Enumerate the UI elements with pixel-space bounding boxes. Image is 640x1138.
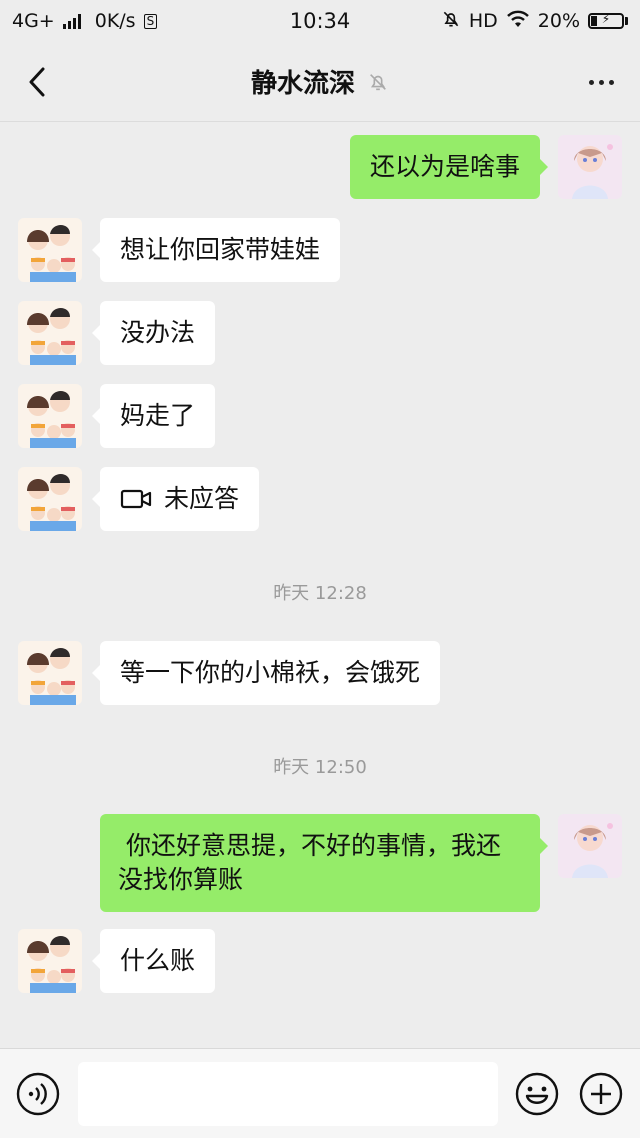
message-incoming: 等一下你的小棉袄，会饿死 bbox=[18, 641, 441, 705]
message-outgoing: 你还好意思提，不好的事情，我还没找你算账 bbox=[100, 814, 622, 912]
message-incoming-call: 未应答 bbox=[18, 467, 260, 531]
message-bubble[interactable]: 没办法 bbox=[91, 301, 216, 365]
call-record-bubble[interactable]: 未应答 bbox=[91, 467, 260, 531]
emoji-button[interactable] bbox=[515, 1072, 559, 1116]
contact-avatar[interactable] bbox=[18, 641, 82, 705]
message-text: 没办法 bbox=[120, 318, 196, 347]
message-incoming: 妈走了 bbox=[18, 384, 216, 448]
chat-header: 静水流深 bbox=[0, 42, 640, 122]
message-text: 妈走了 bbox=[120, 401, 196, 430]
message-text: 想让你回家带娃娃 bbox=[120, 235, 321, 264]
message-bubble[interactable]: 想让你回家带娃娃 bbox=[91, 218, 341, 282]
timestamp: 昨天 12:28 bbox=[273, 583, 367, 604]
voice-button[interactable] bbox=[16, 1072, 60, 1116]
video-call-icon bbox=[120, 489, 152, 509]
emoji-icon bbox=[515, 1072, 559, 1116]
more-options-button[interactable] bbox=[589, 70, 614, 94]
chat-message-list[interactable]: 还以为是啥事 想让你回家带娃娃 没办法 妈走了 未应答 昨天 12:28 等一下… bbox=[0, 122, 640, 1048]
message-incoming: 什么账 bbox=[18, 929, 216, 993]
message-incoming: 想让你回家带娃娃 bbox=[18, 218, 341, 282]
input-bar bbox=[0, 1048, 640, 1138]
message-text: 等一下你的小棉袄，会饿死 bbox=[120, 658, 421, 687]
message-bubble[interactable]: 等一下你的小棉袄，会饿死 bbox=[91, 641, 441, 705]
plus-circle-icon bbox=[579, 1072, 623, 1116]
message-text: 你还好意思提，不好的事情，我还没找你算账 bbox=[118, 831, 501, 894]
contact-avatar[interactable] bbox=[18, 301, 82, 365]
message-bubble[interactable]: 你还好意思提，不好的事情，我还没找你算账 bbox=[100, 814, 548, 912]
more-functions-button[interactable] bbox=[579, 1072, 623, 1116]
chevron-left-icon bbox=[29, 67, 45, 97]
voice-icon bbox=[16, 1072, 60, 1116]
my-avatar[interactable] bbox=[558, 814, 622, 878]
contact-avatar[interactable] bbox=[18, 929, 82, 993]
message-bubble[interactable]: 妈走了 bbox=[91, 384, 216, 448]
message-text: 什么账 bbox=[120, 946, 196, 975]
clock: 10:34 bbox=[289, 9, 351, 33]
message-incoming: 没办法 bbox=[18, 301, 216, 365]
message-bubble[interactable]: 什么账 bbox=[91, 929, 216, 993]
battery-icon: ⚡ bbox=[588, 12, 628, 29]
message-outgoing: 还以为是啥事 bbox=[349, 135, 622, 199]
more-dots-icon bbox=[589, 79, 594, 85]
chat-title: 静水流深 bbox=[250, 69, 355, 99]
bell-off-icon bbox=[370, 73, 386, 90]
status-bar: 4G+ 0K/s S 10:34 HD 20% ⚡ bbox=[0, 0, 640, 42]
message-text: 还以为是啥事 bbox=[369, 152, 520, 181]
timestamp: 昨天 12:50 bbox=[273, 757, 367, 778]
message-bubble[interactable]: 还以为是啥事 bbox=[349, 135, 549, 199]
contact-avatar[interactable] bbox=[18, 384, 82, 448]
message-input[interactable] bbox=[78, 1062, 498, 1126]
back-button[interactable] bbox=[22, 64, 52, 100]
my-avatar[interactable] bbox=[558, 135, 622, 199]
contact-avatar[interactable] bbox=[18, 467, 82, 531]
message-text: 未应答 bbox=[164, 484, 240, 513]
contact-avatar[interactable] bbox=[18, 218, 82, 282]
